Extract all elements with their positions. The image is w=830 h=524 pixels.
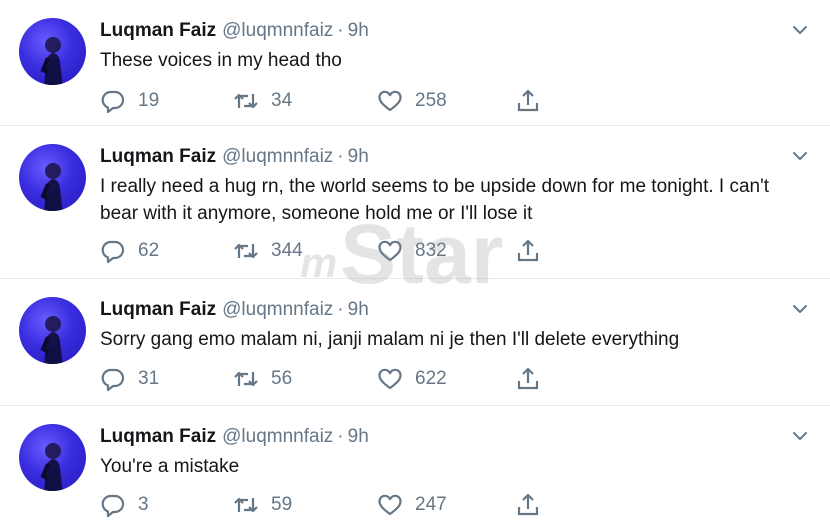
- retweet-icon: [234, 243, 258, 259]
- reply-count: 62: [138, 240, 160, 261]
- heart-icon: [378, 90, 402, 112]
- avatar-image: [40, 163, 63, 211]
- retweet-button[interactable]: 344: [233, 236, 303, 266]
- share-icon: [517, 367, 539, 390]
- heart-icon: [378, 240, 402, 262]
- avatar-image: [40, 37, 63, 85]
- like-count: 622: [415, 368, 447, 389]
- author-name[interactable]: Luqman Faiz: [100, 299, 216, 320]
- tweet-header: Luqman Faiz @luqmnnfaiz · 9h: [100, 145, 369, 169]
- like-count: 247: [415, 494, 447, 515]
- tweet-header: Luqman Faiz @luqmnnfaiz · 9h: [100, 425, 369, 449]
- tweet-text: Sorry gang emo malam ni, janji malam ni …: [100, 329, 680, 350]
- chevron-down-icon[interactable]: [792, 150, 808, 162]
- separator: ·: [337, 426, 344, 447]
- heart-icon: [378, 368, 402, 390]
- share-button[interactable]: [515, 364, 541, 394]
- share-button[interactable]: [515, 490, 541, 520]
- chevron-down-icon[interactable]: [792, 430, 808, 442]
- tweet[interactable]: Luqman Faiz @luqmnnfaiz · 9h You're a mista…: [0, 406, 830, 524]
- tweet[interactable]: Luqman Faiz @luqmnnfaiz · 9h Sorry gang emo…: [0, 279, 830, 406]
- author-handle[interactable]: @luqmnnfaiz: [222, 426, 333, 447]
- tweet-actions: 31 56 622: [100, 364, 560, 394]
- tweet-header: Luqman Faiz @luqmnnfaiz · 9h: [100, 19, 369, 43]
- tweet[interactable]: Luqman Faiz @luqmnnfaiz · 9h These voices i…: [0, 0, 830, 126]
- retweet-count: 59: [271, 494, 293, 515]
- author-handle[interactable]: @luqmnnfaiz: [222, 146, 333, 167]
- like-button[interactable]: 622: [377, 364, 447, 394]
- tweet-text: These voices in my head tho: [100, 50, 342, 71]
- retweet-icon: [234, 93, 258, 109]
- retweet-button[interactable]: 59: [233, 490, 292, 520]
- retweet-icon: [234, 497, 258, 513]
- timestamp[interactable]: 9h: [348, 426, 369, 447]
- avatar[interactable]: [19, 18, 86, 85]
- tweet-header: Luqman Faiz @luqmnnfaiz · 9h: [100, 298, 369, 322]
- tweet-actions: 19 34 258: [100, 86, 560, 116]
- share-icon: [517, 89, 539, 112]
- share-button[interactable]: [515, 236, 541, 266]
- avatar-image: [40, 316, 63, 364]
- avatar[interactable]: [19, 297, 86, 364]
- reply-button[interactable]: 62: [100, 236, 159, 266]
- reply-count: 19: [138, 90, 160, 111]
- like-button[interactable]: 247: [377, 490, 447, 520]
- reply-icon: [101, 90, 125, 114]
- author-handle[interactable]: @luqmnnfaiz: [222, 20, 333, 41]
- reply-icon: [101, 240, 125, 264]
- tweet-timeline: Luqman Faiz @luqmnnfaiz · 9h These voices i…: [0, 0, 830, 524]
- timestamp[interactable]: 9h: [348, 146, 369, 167]
- heart-icon: [378, 494, 402, 516]
- chevron-down-icon[interactable]: [792, 303, 808, 315]
- author-name[interactable]: Luqman Faiz: [100, 426, 216, 447]
- reply-icon: [101, 494, 125, 518]
- timestamp[interactable]: 9h: [348, 299, 369, 320]
- retweet-count: 56: [271, 368, 293, 389]
- tweet-text: You're a mistake: [100, 456, 240, 477]
- avatar[interactable]: [19, 424, 86, 491]
- reply-button[interactable]: 3: [100, 490, 149, 520]
- tweet-actions: 3 59 247: [100, 490, 560, 520]
- separator: ·: [337, 146, 344, 167]
- author-name[interactable]: Luqman Faiz: [100, 20, 216, 41]
- reply-count: 3: [138, 494, 149, 515]
- avatar-image: [40, 443, 63, 491]
- retweet-button[interactable]: 56: [233, 364, 292, 394]
- tweet-text: I really need a hug rn, the world seems …: [100, 176, 770, 224]
- author-name[interactable]: Luqman Faiz: [100, 146, 216, 167]
- reply-icon: [101, 368, 125, 392]
- separator: ·: [337, 299, 344, 320]
- avatar[interactable]: [19, 144, 86, 211]
- like-button[interactable]: 258: [377, 86, 447, 116]
- retweet-icon: [234, 371, 258, 387]
- like-count: 258: [415, 90, 447, 111]
- author-handle[interactable]: @luqmnnfaiz: [222, 299, 333, 320]
- retweet-count: 34: [271, 90, 293, 111]
- reply-count: 31: [138, 368, 160, 389]
- like-count: 832: [415, 240, 447, 261]
- timestamp[interactable]: 9h: [348, 20, 369, 41]
- retweet-button[interactable]: 34: [233, 86, 292, 116]
- reply-button[interactable]: 19: [100, 86, 159, 116]
- chevron-down-icon[interactable]: [792, 24, 808, 36]
- tweet[interactable]: Luqman Faiz @luqmnnfaiz · 9h I really need …: [0, 126, 830, 279]
- like-button[interactable]: 832: [377, 236, 447, 266]
- retweet-count: 344: [271, 240, 303, 261]
- reply-button[interactable]: 31: [100, 364, 159, 394]
- tweet-actions: 62 344 832: [100, 236, 560, 266]
- share-icon: [517, 239, 539, 262]
- share-icon: [517, 493, 539, 516]
- separator: ·: [337, 20, 344, 41]
- share-button[interactable]: [515, 86, 541, 116]
